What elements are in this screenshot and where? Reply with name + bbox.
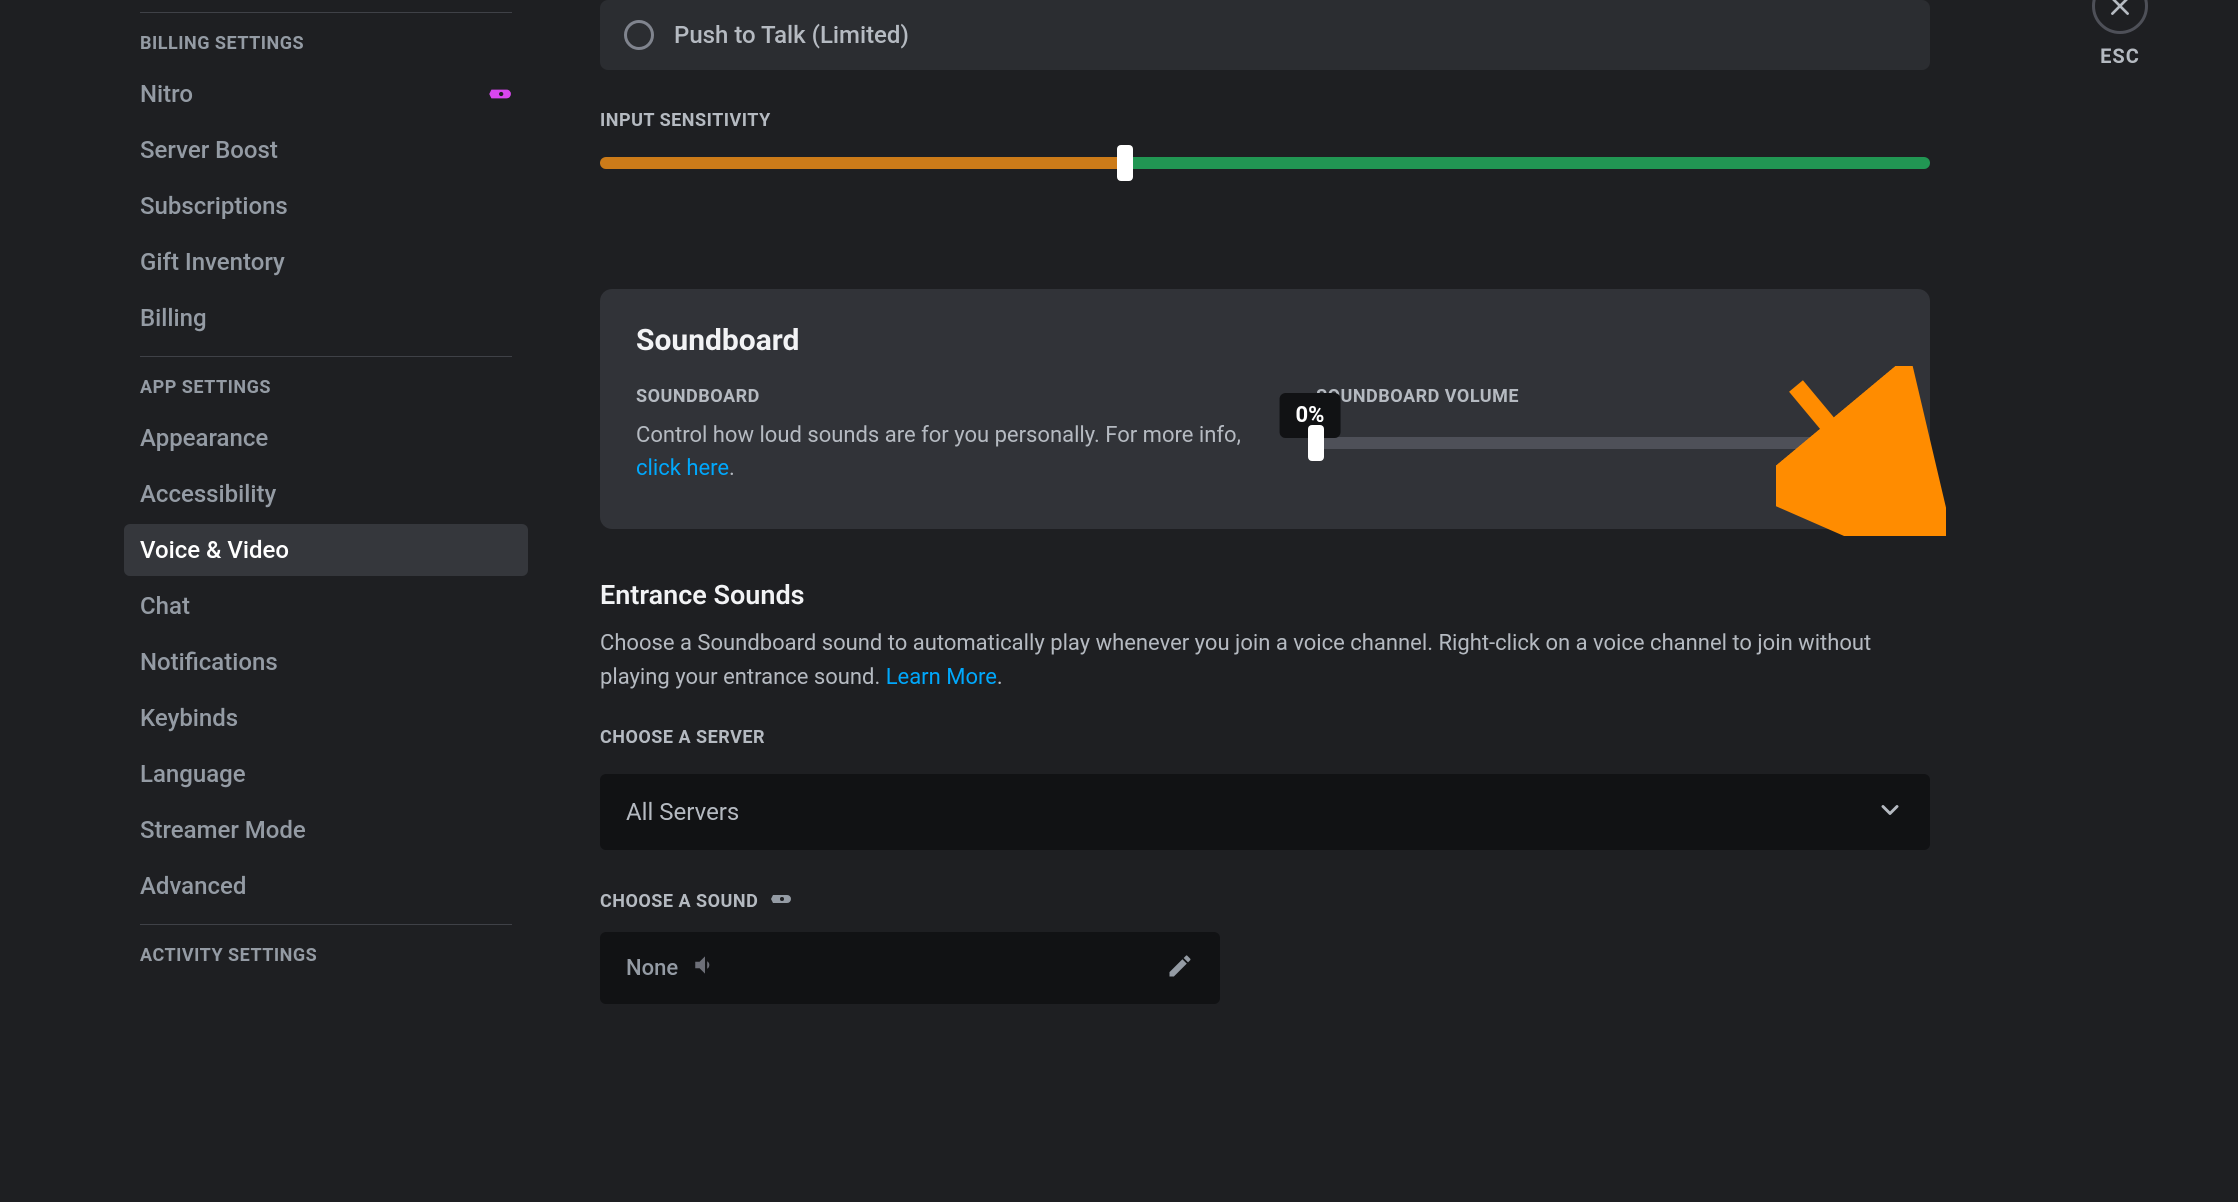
sensitivity-high-region (1125, 157, 1930, 169)
sidebar-item-label: Appearance (140, 424, 268, 452)
sidebar-item-label: Server Boost (140, 136, 278, 164)
sidebar-item-gift-inventory[interactable]: Gift Inventory (124, 236, 528, 288)
input-sensitivity-label: INPUT SENSITIVITY (600, 110, 1930, 131)
sidebar-item-keybinds[interactable]: Keybinds (124, 692, 528, 744)
billing-settings-header: BILLING SETTINGS (140, 33, 512, 54)
sidebar-item-streamer-mode[interactable]: Streamer Mode (124, 804, 528, 856)
close-button[interactable] (2092, 0, 2148, 34)
soundboard-title: Soundboard (636, 323, 1894, 358)
sidebar-item-label: Notifications (140, 648, 278, 676)
choose-sound-label: CHOOSE A SOUND (600, 891, 758, 912)
soundboard-volume-slider[interactable]: 0% (1316, 437, 1894, 449)
sidebar-item-billing[interactable]: Billing (124, 292, 528, 344)
pencil-icon[interactable] (1166, 952, 1194, 984)
soundboard-description: Control how loud sounds are for you pers… (636, 419, 1246, 485)
sound-select-value: None (626, 956, 678, 981)
soundboard-info-link[interactable]: click here (636, 456, 729, 481)
sidebar-item-label: Advanced (140, 872, 246, 900)
entrance-sounds-description: Choose a Soundboard sound to automatical… (600, 627, 1900, 695)
settings-sidebar: BILLING SETTINGS Nitro Server Boost Subs… (0, 0, 540, 1202)
close-container: ESC (2092, 0, 2148, 68)
close-label: ESC (2100, 44, 2140, 68)
sidebar-item-language[interactable]: Language (124, 748, 528, 800)
soundboard-card: Soundboard SOUNDBOARD Control how loud s… (600, 289, 1930, 529)
sound-select[interactable]: None (600, 932, 1220, 1004)
sensitivity-low-region (600, 157, 1125, 169)
sidebar-item-subscriptions[interactable]: Subscriptions (124, 180, 528, 232)
divider (140, 924, 512, 925)
radio-push-to-talk[interactable]: Push to Talk (Limited) (600, 0, 1930, 70)
soundboard-volume-label: SOUNDBOARD VOLUME (1316, 386, 1894, 407)
sidebar-item-label: Voice & Video (140, 536, 289, 564)
sidebar-item-label: Billing (140, 304, 207, 332)
radio-icon (624, 20, 654, 50)
sidebar-item-label: Streamer Mode (140, 816, 306, 844)
sidebar-item-nitro[interactable]: Nitro (124, 68, 528, 120)
sidebar-item-notifications[interactable]: Notifications (124, 636, 528, 688)
radio-label: Push to Talk (Limited) (674, 21, 909, 49)
entrance-learn-more-link[interactable]: Learn More (886, 665, 997, 690)
sidebar-item-label: Language (140, 760, 246, 788)
sidebar-item-voice-video[interactable]: Voice & Video (124, 524, 528, 576)
divider (140, 12, 512, 13)
choose-server-label: CHOOSE A SERVER (600, 727, 1930, 748)
activity-settings-header: ACTIVITY SETTINGS (140, 945, 512, 966)
soundboard-subheader: SOUNDBOARD (636, 386, 1246, 407)
sidebar-item-chat[interactable]: Chat (124, 580, 528, 632)
entrance-sounds-title: Entrance Sounds (600, 579, 1930, 611)
sidebar-item-label: Gift Inventory (140, 248, 285, 276)
close-icon (2107, 0, 2133, 19)
chevron-down-icon (1876, 796, 1904, 828)
sidebar-item-advanced[interactable]: Advanced (124, 860, 528, 912)
sidebar-item-label: Keybinds (140, 704, 238, 732)
slider-thumb[interactable] (1308, 425, 1324, 461)
server-select[interactable]: All Servers (600, 774, 1930, 850)
sidebar-item-label: Nitro (140, 80, 193, 108)
settings-content: ESC Push to Talk (Limited) INPUT SENSITI… (540, 0, 2238, 1202)
slider-thumb[interactable] (1117, 145, 1133, 181)
app-settings-header: APP SETTINGS (140, 377, 512, 398)
nitro-icon (486, 84, 512, 104)
sidebar-item-label: Accessibility (140, 480, 276, 508)
server-select-value: All Servers (626, 798, 739, 826)
input-sensitivity-slider[interactable] (600, 157, 1930, 169)
sidebar-item-label: Subscriptions (140, 192, 288, 220)
speaker-icon (692, 952, 718, 984)
sidebar-item-appearance[interactable]: Appearance (124, 412, 528, 464)
sidebar-item-label: Chat (140, 592, 190, 620)
sidebar-item-server-boost[interactable]: Server Boost (124, 124, 528, 176)
nitro-icon (768, 890, 792, 912)
sidebar-item-accessibility[interactable]: Accessibility (124, 468, 528, 520)
divider (140, 356, 512, 357)
